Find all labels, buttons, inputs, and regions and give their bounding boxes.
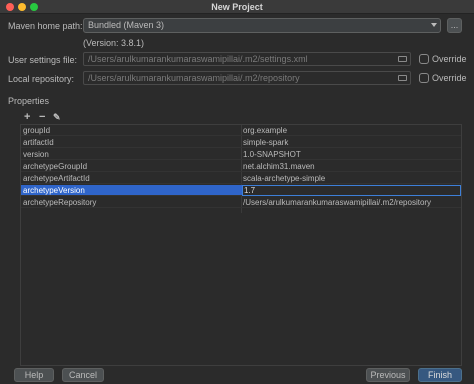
property-key: groupId (23, 126, 51, 135)
title-bar: New Project (0, 0, 474, 14)
local-repo-override-checkbox[interactable] (419, 73, 429, 83)
table-row[interactable]: version 1.0-SNAPSHOT (21, 149, 461, 160)
table-row[interactable]: artifactId simple-spark (21, 137, 461, 148)
maven-home-select[interactable]: Bundled (Maven 3) (83, 18, 441, 33)
help-button[interactable]: Help (14, 368, 54, 382)
property-value[interactable]: 1.0-SNAPSHOT (243, 149, 459, 160)
folder-icon[interactable] (398, 56, 407, 62)
remove-icon[interactable]: − (39, 112, 45, 123)
table-row[interactable]: archetypeArtifactId scala-archetype-simpl… (21, 173, 461, 184)
maven-version-text: (Version: 3.8.1) (83, 38, 145, 48)
user-settings-value: /Users/arulkumarankumaraswamipillai/.m2/… (88, 54, 308, 64)
properties-table: groupId org.example artifactId simple-spark… (20, 124, 462, 366)
property-value[interactable]: /Users/arulkumarankumaraswamipillai/.m2/… (243, 197, 459, 208)
property-value[interactable]: scala-archetype-simple (243, 173, 459, 184)
property-key: archetypeRepository (23, 198, 97, 207)
property-value[interactable]: org.example (243, 125, 459, 136)
property-key: archetypeVersion (23, 186, 85, 195)
table-row[interactable]: archetypeRepository/Users/arulkumarankum… (21, 197, 461, 208)
property-key: version (23, 150, 49, 159)
maven-home-value: Bundled (Maven 3) (88, 20, 165, 30)
local-repo-override-label: Override (432, 73, 467, 83)
folder-icon[interactable] (398, 75, 407, 81)
property-value[interactable]: net.alchim31.maven (243, 161, 459, 172)
user-settings-override-label: Override (432, 54, 467, 64)
cancel-button[interactable]: Cancel (62, 368, 104, 382)
maven-home-label: Maven home path: (8, 21, 83, 31)
finish-button[interactable]: Finish (418, 368, 462, 382)
dialog-button-bar: Help Cancel Previous Finish (0, 366, 474, 384)
maven-home-browse-button[interactable]: ... (447, 18, 462, 33)
local-repo-value: /Users/arulkumarankumaraswamipillai/.m2/… (88, 73, 300, 83)
table-row[interactable]: archetypeGroupId net.alchim31.maven (21, 161, 461, 172)
user-settings-label: User settings file: (8, 55, 78, 65)
table-row[interactable]: archetypeVersion 1.7 (21, 185, 461, 196)
property-key: archetypeArtifactId (23, 174, 90, 183)
properties-section-label: Properties (8, 96, 50, 106)
table-row[interactable]: groupId org.example (21, 125, 461, 136)
user-settings-field[interactable]: /Users/arulkumarankumaraswamipillai/.m2/… (83, 52, 411, 66)
chevron-down-icon (431, 23, 437, 27)
property-key: artifactId (23, 138, 54, 147)
property-value[interactable]: simple-spark (243, 137, 459, 148)
property-value-editor[interactable]: 1.7 (242, 185, 461, 196)
local-repo-field[interactable]: /Users/arulkumarankumaraswamipillai/.m2/… (83, 71, 411, 85)
edit-icon[interactable]: ✎ (53, 112, 61, 122)
user-settings-override-checkbox[interactable] (419, 54, 429, 64)
previous-button[interactable]: Previous (366, 368, 410, 382)
property-key: archetypeGroupId (23, 162, 88, 171)
add-icon[interactable]: + (24, 112, 30, 123)
local-repo-label: Local repository: (8, 74, 75, 84)
window-title: New Project (211, 2, 263, 12)
